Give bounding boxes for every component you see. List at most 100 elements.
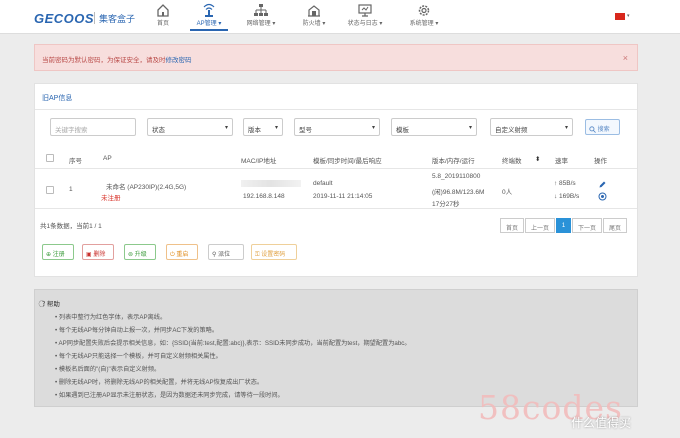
chevron-down-icon: ▾: [468, 125, 472, 131]
row-index: 1: [69, 186, 73, 193]
wifi-icon: [203, 3, 215, 17]
chevron-down-icon[interactable]: ▾: [627, 13, 630, 19]
model-select-label: 型号: [299, 127, 312, 134]
chevron-down-icon: ▾: [224, 125, 228, 131]
column-header-index: 序号: [69, 158, 82, 165]
help-item: • AP同步配置失败后会提示相关信息，如：{SSID(当前:test,配置:ab…: [55, 340, 411, 347]
gear-icon: [418, 5, 430, 16]
locate-label: 派位: [218, 252, 231, 258]
locate-button[interactable]: ⚲ 派位: [208, 244, 244, 260]
column-header-ap: AP: [103, 155, 112, 162]
close-icon[interactable]: ×: [623, 53, 628, 63]
row-checkbox[interactable]: [46, 186, 54, 194]
rate-upload: ↑ 85B/s: [554, 180, 576, 187]
chevron-down-icon: ▾: [322, 21, 326, 27]
question-circle-icon: ?⃝: [42, 301, 46, 308]
nav-ap-label: AP管理: [196, 21, 217, 27]
help-item-text: AP同步配置失败后会提示相关信息，如：{SSID(当前:test,配置:abc)…: [58, 340, 411, 347]
register-label: 注册: [52, 252, 65, 258]
help-item-text: 如果遇到已注册AP显示未注册状态，是因为数据还未同步完成，请等待一段时间。: [58, 392, 284, 399]
nav-home-label: 首页: [156, 21, 169, 27]
brand-logo[interactable]: GECOOS: [34, 11, 94, 26]
view-icon[interactable]: [598, 192, 607, 201]
delete-label: 删除: [93, 252, 106, 258]
power-icon: ⏻: [170, 252, 175, 258]
template-select-label: 模板: [396, 127, 409, 134]
ap-status: 未注册: [101, 195, 121, 202]
ap-clients: 0人: [502, 189, 513, 196]
status-select[interactable]: 状态 ▾: [147, 118, 233, 136]
select-all-checkbox[interactable]: [46, 154, 54, 162]
divider: [35, 109, 637, 110]
trash-icon: ▣: [86, 252, 92, 258]
pager-prev[interactable]: 上一页: [525, 218, 555, 233]
nav-ap-management[interactable]: AP管理 ▾: [190, 3, 228, 31]
nav-system-label: 系统管理: [409, 21, 434, 27]
set-password-label: 设置密码: [261, 252, 286, 258]
help-item-text: 删除无线AP时，将删除无线AP的相关配置，并将无线AP恢复成出厂状态。: [58, 379, 264, 386]
nav-network[interactable]: 网络管理 ▾: [242, 3, 280, 31]
template-select[interactable]: 模板 ▾: [391, 118, 477, 136]
ap-uptime: 17分27秒: [432, 201, 460, 208]
nav-network-label: 网络管理: [246, 21, 271, 27]
status-select-label: 状态: [152, 127, 165, 134]
ap-version: 5.8_2019110800: [432, 173, 481, 180]
chevron-down-icon: ▾: [435, 21, 439, 27]
nav-status-log[interactable]: 状态与日志 ▾: [344, 3, 386, 31]
sort-icon[interactable]: ⬍: [535, 155, 540, 163]
edit-icon[interactable]: [598, 180, 607, 189]
help-item: • 如果遇到已注册AP显示未注册状态，是因为数据还未同步完成，请等待一段时间。: [55, 392, 284, 399]
nav-system[interactable]: 系统管理 ▾: [404, 3, 444, 31]
restart-button[interactable]: ⏻ 重启: [166, 244, 198, 260]
network-icon: [254, 4, 268, 16]
register-button[interactable]: ⊕ 注册: [42, 244, 74, 260]
column-header-mac-ip: MAC/IP地址: [241, 158, 277, 165]
rate-download: ↓ 169B/s: [554, 193, 580, 200]
column-header-rate: 速率: [555, 158, 568, 165]
language-flag-icon[interactable]: [615, 13, 625, 20]
pager-first[interactable]: 首页: [500, 218, 524, 233]
column-header-clients[interactable]: 终端数: [502, 155, 522, 165]
card-title[interactable]: 旧AP信息: [42, 93, 72, 103]
ap-template: default: [313, 180, 333, 187]
search-button-label: 搜索: [597, 127, 610, 133]
default-password-alert: 当前密码为默认密码，为保证安全，请及时修改密码 ×: [34, 44, 638, 71]
restart-label: 重启: [176, 252, 189, 258]
mac-address-redacted: [241, 180, 301, 187]
nav-firewall-label: 防火墙: [302, 21, 321, 27]
ap-name: 未命名 (AP230IP)(2.4G,5G): [106, 184, 187, 191]
divider: [35, 168, 637, 169]
delete-button[interactable]: ▣ 删除: [82, 244, 114, 260]
home-icon: [157, 4, 169, 17]
nav-firewall[interactable]: 防火墙 ▾: [296, 3, 332, 31]
model-select[interactable]: 型号 ▾: [294, 118, 380, 136]
upgrade-button[interactable]: ⊚ 升级: [124, 244, 156, 260]
key-icon: ⚿: [255, 252, 260, 258]
nav-home[interactable]: 首页: [148, 3, 178, 31]
pager-last[interactable]: 尾页: [603, 218, 627, 233]
version-select-label: 版本: [248, 127, 261, 134]
search-icon: [589, 126, 596, 133]
monitor-icon: [358, 4, 372, 17]
custom-radio-select[interactable]: 自定义射频 ▾: [490, 118, 573, 136]
change-password-link[interactable]: 修改密码: [166, 57, 192, 64]
version-select[interactable]: 版本 ▾: [243, 118, 283, 136]
pager-next[interactable]: 下一页: [572, 218, 602, 233]
help-title: ?⃝ 帮助: [42, 298, 60, 308]
help-item-text: 每个无线AP只能选择一个模板，并可自定义射频相关属性。: [58, 353, 222, 360]
divider: [35, 208, 637, 209]
keyword-search-input[interactable]: 关键字搜索: [50, 118, 136, 136]
search-button[interactable]: 搜索: [585, 119, 620, 135]
chevron-down-icon: ▾: [218, 21, 222, 27]
help-item-text: 列表中整行为红色字体，表示AP离线。: [58, 314, 167, 321]
ap-list-card: 旧AP信息 关键字搜索 状态 ▾ 版本 ▾ 型号 ▾ 模板 ▾ 自定义射频 ▾ 搜索 序号…: [34, 83, 638, 277]
chevron-down-icon: ▾: [564, 125, 568, 131]
help-title-text: 帮助: [46, 301, 60, 308]
pager-page-1[interactable]: 1: [556, 218, 571, 233]
logo-divider: [94, 12, 95, 24]
ap-sync-time: 2019-11-11 21:14:05: [313, 193, 373, 200]
help-item: • 每个无线AP只能选择一个模板，并可自定义射频相关属性。: [55, 353, 222, 360]
alert-text: 当前密码为默认密码，为保证安全，请及时: [42, 57, 166, 64]
set-password-button[interactable]: ⚿ 设置密码: [251, 244, 297, 260]
nav-status-label: 状态与日志: [347, 21, 378, 27]
